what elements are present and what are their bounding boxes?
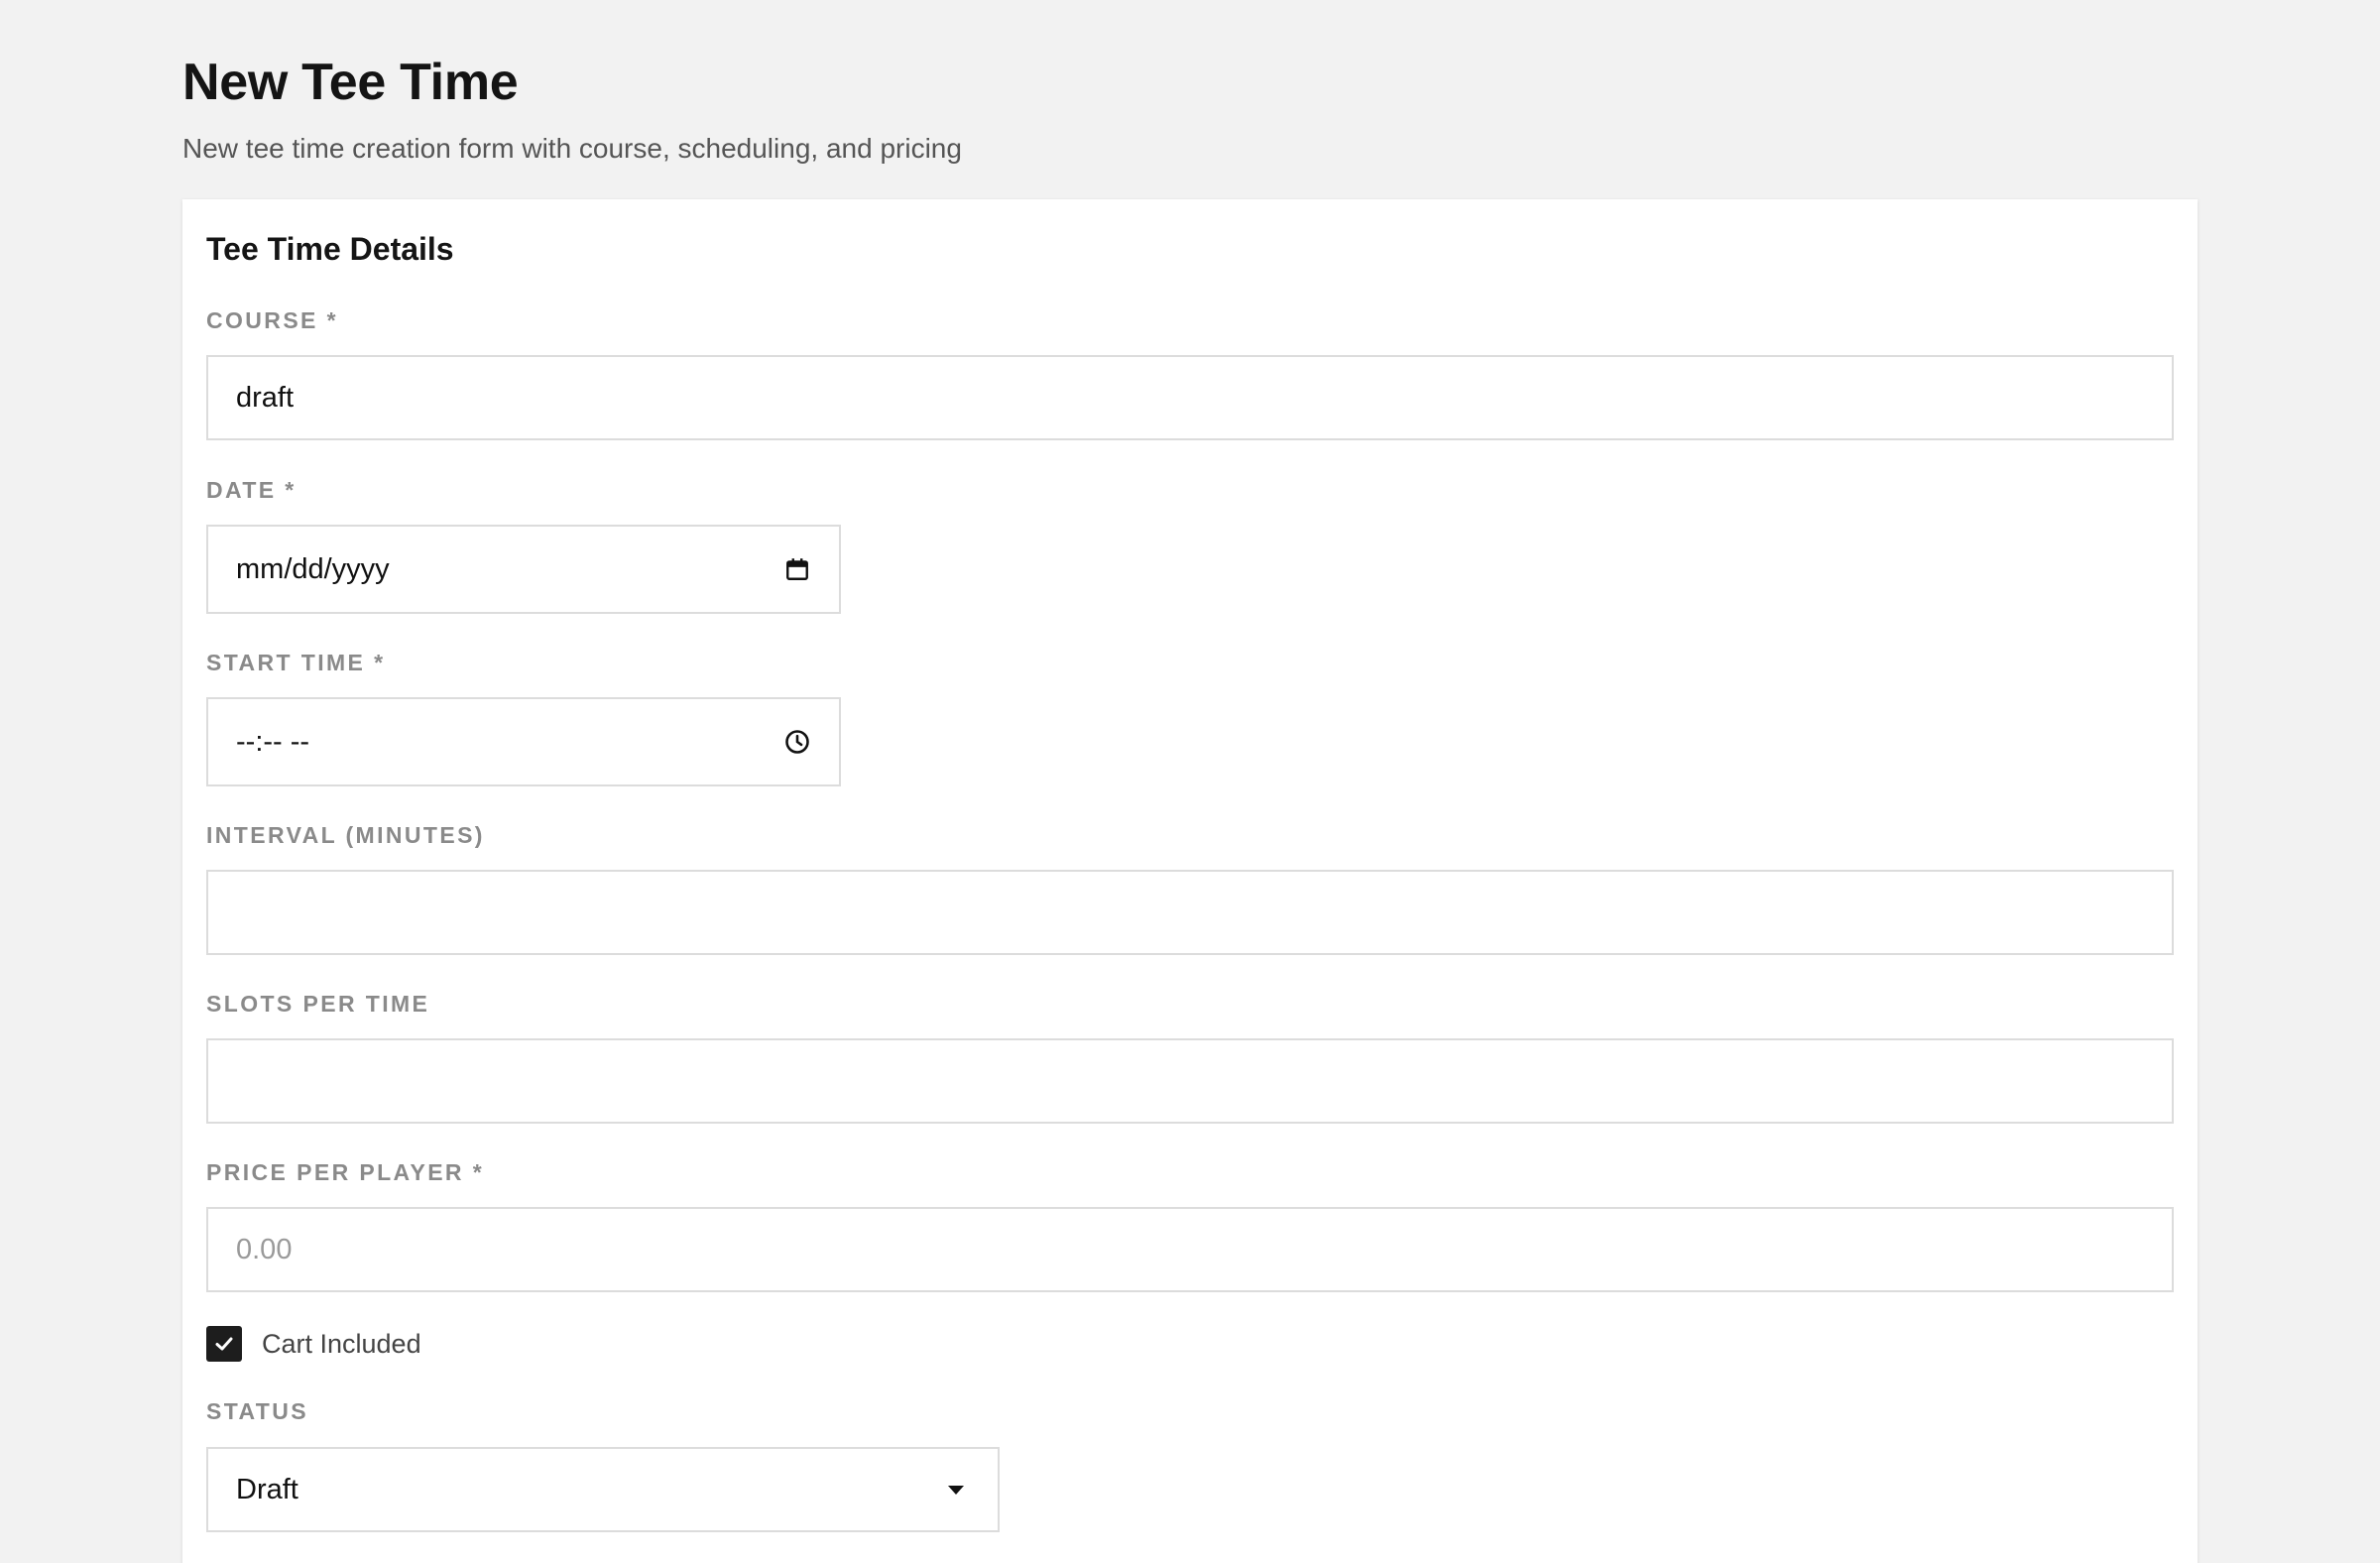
price-per-player-input[interactable]: 0.00: [206, 1207, 2174, 1292]
date-input[interactable]: mm/dd/yyyy: [206, 525, 841, 614]
price-per-player-placeholder: 0.00: [236, 1234, 293, 1265]
checkmark-icon: [215, 1337, 233, 1351]
status-select-value: Draft: [236, 1474, 298, 1505]
interval-label: INTERVAL (MINUTES): [206, 822, 485, 848]
start-time-input[interactable]: --:-- --: [206, 697, 841, 786]
status-label: STATUS: [206, 1398, 308, 1424]
status-select[interactable]: Draft: [206, 1447, 1000, 1532]
cart-included-checkbox[interactable]: [206, 1326, 242, 1362]
page: New Tee Time New tee time creation form …: [0, 0, 2380, 1563]
tee-time-details-card: Tee Time Details COURSE * draft DATE * m…: [182, 199, 2198, 1563]
chevron-down-icon: [942, 1476, 970, 1503]
page-subtitle: New tee time creation form with course, …: [182, 133, 962, 164]
card-title: Tee Time Details: [206, 231, 454, 267]
start-time-label: START TIME *: [206, 650, 386, 675]
price-per-player-label: PRICE PER PLAYER *: [206, 1159, 485, 1185]
course-label: COURSE *: [206, 307, 338, 333]
course-input[interactable]: draft: [206, 355, 2174, 440]
slots-per-time-input[interactable]: [206, 1038, 2174, 1124]
calendar-icon[interactable]: [783, 555, 811, 583]
cart-included-label: Cart Included: [262, 1329, 421, 1359]
interval-input[interactable]: [206, 870, 2174, 955]
date-label: DATE *: [206, 477, 297, 503]
date-input-placeholder: mm/dd/yyyy: [236, 553, 390, 585]
start-time-input-placeholder: --:-- --: [236, 726, 310, 758]
page-title: New Tee Time: [182, 54, 519, 111]
slots-per-time-label: SLOTS PER TIME: [206, 991, 430, 1017]
course-input-value: draft: [236, 382, 295, 414]
cart-included-row[interactable]: Cart Included: [206, 1326, 421, 1362]
clock-icon[interactable]: [783, 728, 811, 756]
